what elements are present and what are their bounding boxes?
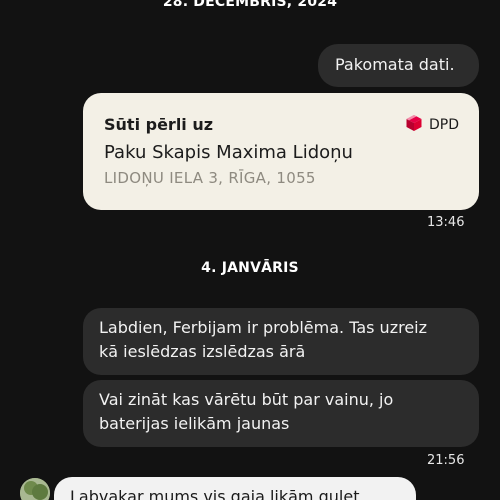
locker-name: Paku Skapis Maxima Lidoņu [104,142,353,163]
message-text-line: Vai zināt kas vārētu būt par vainu, jo [99,390,394,409]
message-timestamp: 13:46 [427,215,465,230]
parcel-locker-card[interactable]: Sūti pērli uz DPD Paku Skapis Maxima Lid… [83,93,479,210]
locker-address: LIDOŅU IELA 3, RĪGA, 1055 [104,169,316,187]
message-text: Labvakar mums vis gaja likām gulet [70,487,360,500]
date-separator: 4. JANVĀRIS [201,260,299,276]
message-text-line: kā ieslēdzas izslēdzas ārā [99,342,306,361]
avatar[interactable] [20,478,50,500]
message-text-line: Labdien, Ferbijam ir problēma. Tas uzrei… [99,318,427,337]
message-text-line: baterijas ielikām jaunas [99,414,290,433]
chat-screen: 28. DECEMBRIS, 2024 Pakomata dati. Sūti … [0,0,500,500]
incoming-message[interactable]: Vai zināt kas vārētu būt par vainu, jo b… [83,380,479,447]
incoming-message[interactable]: Labvakar mums vis gaja likām gulet [54,477,416,500]
incoming-message[interactable]: Labdien, Ferbijam ir problēma. Tas uzrei… [83,308,479,375]
avatar-image-icon [20,478,50,500]
message-text: Pakomata dati. [335,55,455,74]
date-separator: 28. DECEMBRIS, 2024 [162,0,338,10]
carrier-name: DPD [428,117,459,133]
card-title: Sūti pērli uz [104,115,214,134]
dpd-cube-icon [405,114,423,136]
outgoing-message[interactable]: Pakomata dati. [318,44,479,87]
carrier-badge: DPD [405,114,459,136]
message-timestamp: 21:56 [427,453,465,468]
